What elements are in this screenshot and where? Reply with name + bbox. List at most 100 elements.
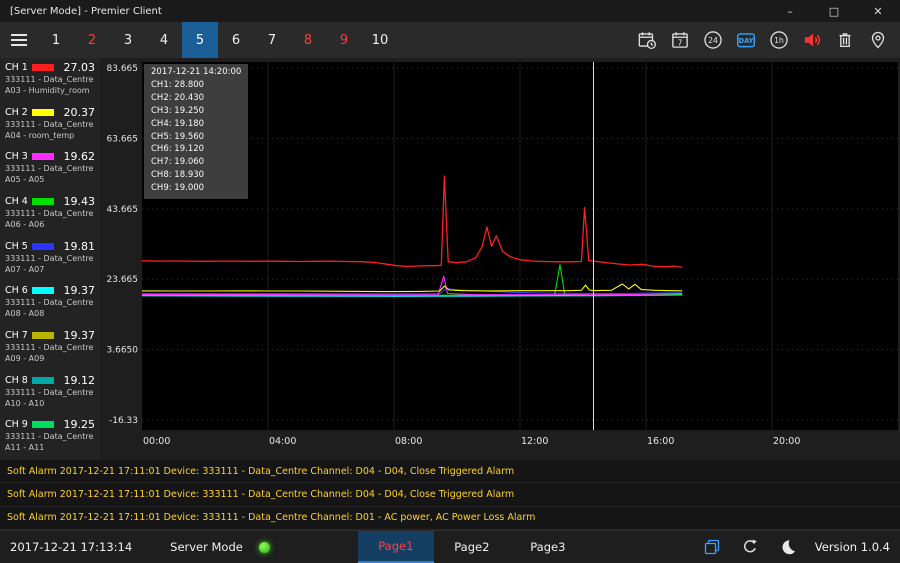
toolbar-icons: 7 24 DAY 1h [635, 28, 900, 52]
channel-device: 333111 - Data_Centre [5, 342, 100, 353]
channel-value: 19.43 [64, 195, 96, 208]
channel-page-tab-4[interactable]: 4 [146, 22, 182, 58]
channel-page-tab-2[interactable]: 2 [74, 22, 110, 58]
hour-view-button[interactable]: 1h [767, 28, 791, 52]
channel-list: CH 127.03333111 - Data_CentreA03 - Humid… [0, 58, 100, 460]
channel-item[interactable]: CH 419.43333111 - Data_CentreA06 - A06 [0, 192, 100, 237]
channel-color-swatch [32, 377, 54, 384]
channel-page-tab-3[interactable]: 3 [110, 22, 146, 58]
layout-pages-button[interactable] [701, 536, 723, 558]
night-mode-button[interactable] [777, 536, 799, 558]
refresh-icon [740, 537, 760, 557]
trend-chart[interactable]: 00:0004:0008:0012:0016:0020:0083.66563.6… [100, 58, 900, 460]
location-button[interactable] [866, 28, 890, 52]
channel-device: 333111 - Data_Centre [5, 387, 100, 398]
channel-device: 333111 - Data_Centre [5, 119, 100, 130]
channel-page-tab-5[interactable]: 5 [182, 22, 218, 58]
maximize-button[interactable]: □ [812, 0, 856, 22]
tooltip-row: CH5: 19.560 [151, 131, 241, 144]
channel-point: A07 - A07 [5, 264, 100, 275]
alarm-row[interactable]: Soft Alarm 2017-12-21 17:11:01 Device: 3… [0, 483, 900, 506]
channel-page-tab-1[interactable]: 1 [38, 22, 74, 58]
svg-text:16:00: 16:00 [647, 436, 674, 447]
day-view-button[interactable]: DAY [734, 28, 758, 52]
channel-item[interactable]: CH 220.37333111 - Data_CentreA04 - room_… [0, 103, 100, 148]
hour-1h-icon: 1h [768, 29, 790, 51]
channel-page-tab-8[interactable]: 8 [290, 22, 326, 58]
moon-icon [778, 537, 798, 557]
hours-24-view-button[interactable]: 24 [701, 28, 725, 52]
close-button[interactable]: ✕ [856, 0, 900, 22]
bottom-page-tabs: Page1Page2Page3 [358, 531, 586, 563]
svg-text:1h: 1h [774, 36, 784, 45]
channel-item[interactable]: CH 719.37333111 - Data_CentreA09 - A09 [0, 326, 100, 371]
channel-point: A06 - A06 [5, 219, 100, 230]
channel-item[interactable]: CH 619.37333111 - Data_CentreA08 - A08 [0, 281, 100, 326]
menu-button[interactable] [0, 22, 38, 58]
hours-24-icon: 24 [702, 29, 724, 51]
channel-point: A08 - A08 [5, 308, 100, 319]
refresh-button[interactable] [739, 536, 761, 558]
channel-point: A11 - A11 [5, 442, 100, 453]
channel-value: 27.03 [64, 61, 96, 74]
tooltip-row: CH8: 18.930 [151, 169, 241, 182]
channel-page-tab-9[interactable]: 9 [326, 22, 362, 58]
version-label: Version 1.0.4 [815, 540, 890, 554]
channel-item[interactable]: CH 819.12333111 - Data_CentreA10 - A10 [0, 371, 100, 416]
day-view-icon: DAY [735, 29, 757, 51]
svg-text:43.665: 43.665 [107, 205, 139, 215]
channel-page-tab-10[interactable]: 10 [362, 22, 398, 58]
status-bar: 2017-12-21 17:13:14 Server Mode Page1Pag… [0, 530, 900, 563]
alarm-row[interactable]: Soft Alarm 2017-12-21 17:11:01 Device: 3… [0, 460, 900, 483]
channel-color-swatch [32, 332, 54, 339]
svg-text:00:00: 00:00 [143, 436, 170, 447]
channel-item[interactable]: CH 319.62333111 - Data_CentreA05 - A05 [0, 147, 100, 192]
tooltip-row: CH9: 19.000 [151, 182, 241, 195]
calendar-week-icon: 7 [669, 29, 691, 51]
channel-color-swatch [32, 243, 54, 250]
channel-color-swatch [32, 421, 54, 428]
status-icons [701, 536, 799, 558]
channel-point: A05 - A05 [5, 174, 100, 185]
minimize-button[interactable]: – [768, 0, 812, 22]
channel-page-tab-6[interactable]: 6 [218, 22, 254, 58]
channel-item[interactable]: CH 919.25333111 - Data_CentreA11 - A11 [0, 415, 100, 460]
channel-id: CH 3 [5, 151, 28, 162]
alarm-sound-button[interactable] [800, 28, 824, 52]
tooltip-row: CH6: 19.120 [151, 143, 241, 156]
channel-point: A09 - A09 [5, 353, 100, 364]
channel-page-tab-7[interactable]: 7 [254, 22, 290, 58]
channel-value: 19.62 [64, 150, 96, 163]
channel-color-swatch [32, 198, 54, 205]
chart-tooltip: 2017-12-21 14:20:00 CH1: 28.800CH2: 20.4… [144, 64, 248, 199]
page-tab-page3[interactable]: Page3 [510, 531, 586, 563]
tooltip-row: CH3: 19.250 [151, 105, 241, 118]
channel-device: 333111 - Data_Centre [5, 253, 100, 264]
channel-value: 19.12 [64, 374, 96, 387]
channel-id: CH 5 [5, 241, 28, 252]
connection-status-indicator [259, 542, 270, 553]
page-tabs: 12345678910 [38, 22, 398, 58]
server-mode-label: Server Mode [170, 540, 243, 554]
alarm-row[interactable]: Soft Alarm 2017-12-21 17:11:01 Device: 3… [0, 507, 900, 530]
svg-text:83.665: 83.665 [107, 64, 139, 74]
channel-id: CH 2 [5, 107, 28, 118]
tooltip-rows: CH1: 28.800CH2: 20.430CH3: 19.250CH4: 19… [151, 79, 241, 195]
page-tab-page1[interactable]: Page1 [358, 531, 434, 563]
app-window: [Server Mode] - Premier Client – □ ✕ 123… [0, 0, 900, 563]
channel-point: A10 - A10 [5, 398, 100, 409]
channel-item[interactable]: CH 127.03333111 - Data_CentreA03 - Humid… [0, 58, 100, 103]
channel-item[interactable]: CH 5 19.81333111 - Data_CentreA07 - A07 [0, 237, 100, 282]
title-bar: [Server Mode] - Premier Client – □ ✕ [0, 0, 900, 22]
channel-value: 19.81 [64, 240, 96, 253]
tooltip-row: CH1: 28.800 [151, 79, 241, 92]
page-tab-page2[interactable]: Page2 [434, 531, 510, 563]
svg-text:23.665: 23.665 [107, 275, 139, 285]
svg-text:04:00: 04:00 [269, 436, 296, 447]
svg-text:24: 24 [708, 36, 718, 45]
alarm-list: Soft Alarm 2017-12-21 17:11:01 Device: 3… [0, 460, 900, 530]
datetime-range-button[interactable] [635, 28, 659, 52]
week-view-button[interactable]: 7 [668, 28, 692, 52]
svg-text:-16.33: -16.33 [109, 416, 138, 426]
clear-alarms-button[interactable] [833, 28, 857, 52]
